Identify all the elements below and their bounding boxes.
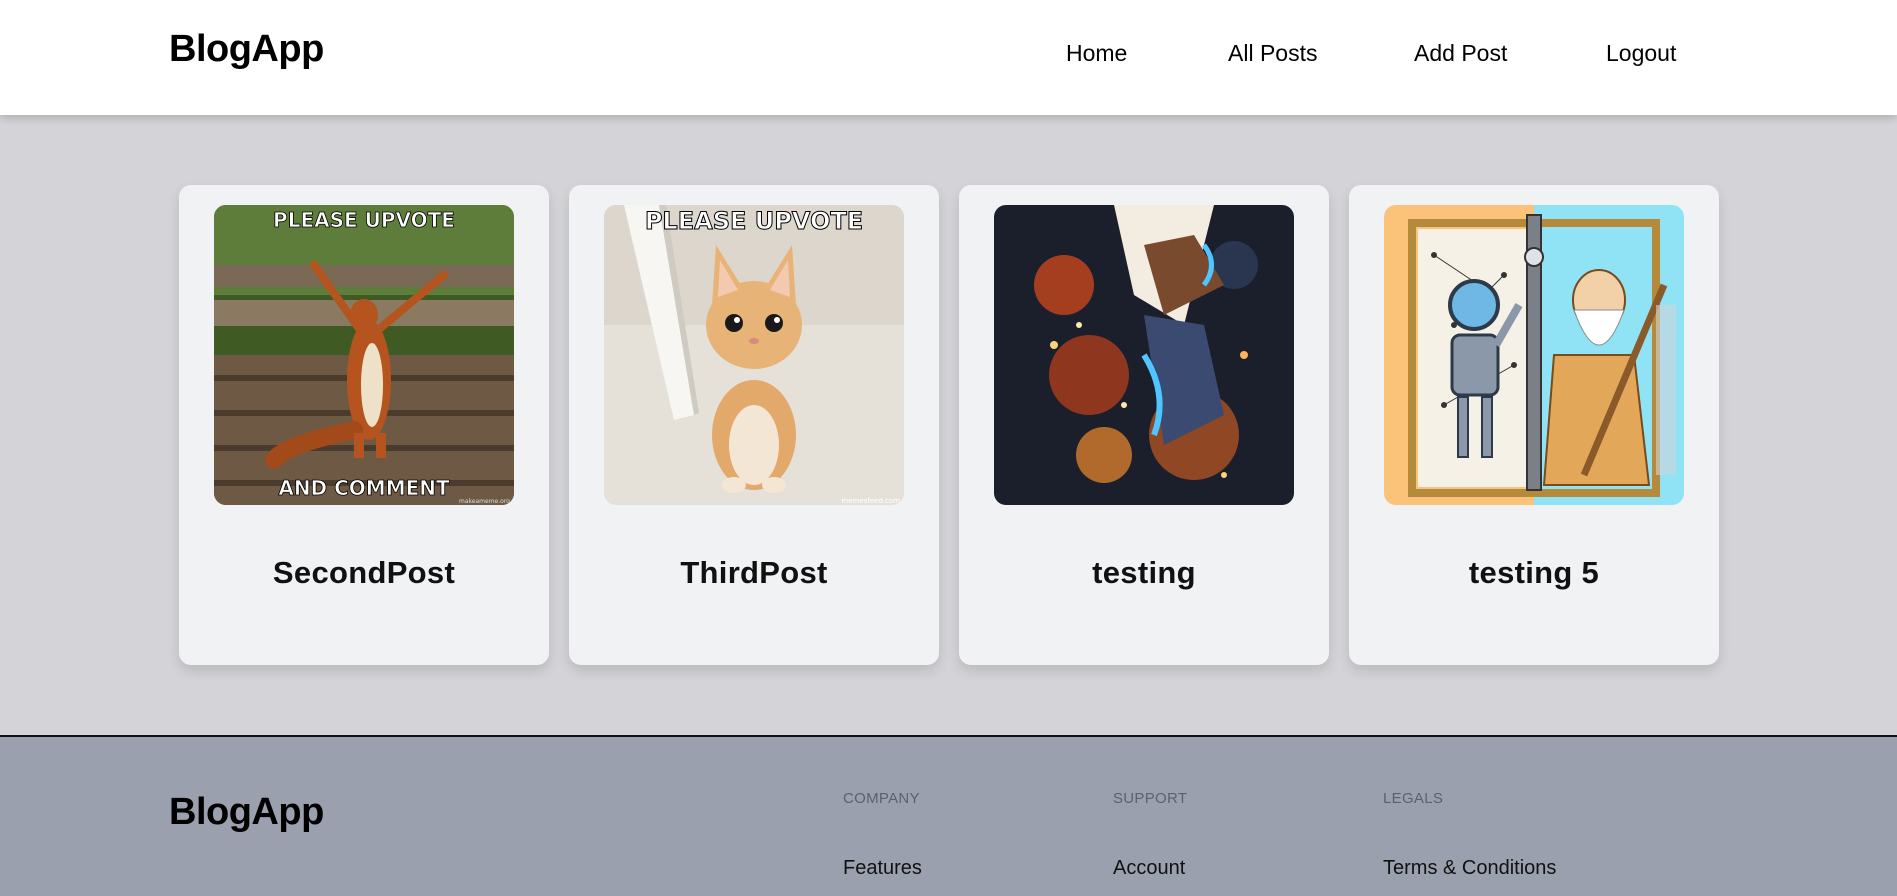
post-card[interactable]: testing 5 [1349, 185, 1719, 665]
meme-watermark: memesfeed.com [841, 497, 900, 505]
meme-caption-bottom: AND COMMENT [278, 476, 450, 500]
nav-logout-link[interactable]: Logout [1606, 40, 1676, 67]
footer-link-terms[interactable]: Terms & Conditions [1383, 857, 1556, 880]
post-card[interactable]: testing [959, 185, 1329, 665]
kitten-meme-image: PLEASE UPVOTE memesfeed.com [604, 205, 904, 505]
footer-brand-logo[interactable]: BlogApp [169, 791, 324, 834]
post-title[interactable]: ThirdPost [569, 555, 939, 591]
nav-all-posts-link[interactable]: All Posts [1228, 40, 1317, 67]
brand-logo[interactable]: BlogApp [169, 28, 324, 71]
post-thumbnail-anime-fire[interactable] [994, 205, 1294, 505]
nav-home-link[interactable]: Home [1066, 40, 1127, 67]
post-card[interactable]: PLEASE UPVOTE memesfeed.com ThirdPost [569, 185, 939, 665]
post-thumbnail-robot-philosopher[interactable] [1384, 205, 1684, 505]
footer-heading-legals: LEGALS [1383, 790, 1444, 807]
post-card[interactable]: PLEASE UPVOTE AND COMMENT makeameme.org … [179, 185, 549, 665]
top-navbar: BlogApp Home All Posts Add Post Logout [0, 0, 1897, 115]
footer-link-account[interactable]: Account [1113, 857, 1185, 880]
footer-heading-support: SUPPORT [1113, 790, 1188, 807]
meme-caption-top: PLEASE UPVOTE [645, 207, 863, 235]
post-title[interactable]: testing [959, 555, 1329, 591]
anime-fire-image [994, 205, 1294, 505]
meme-caption-top: PLEASE UPVOTE [273, 208, 455, 232]
footer-link-features[interactable]: Features [843, 857, 922, 880]
squirrel-meme-image: PLEASE UPVOTE AND COMMENT makeameme.org [214, 205, 514, 505]
robot-philosopher-image [1384, 205, 1684, 505]
post-thumbnail-squirrel[interactable]: PLEASE UPVOTE AND COMMENT makeameme.org [214, 205, 514, 505]
nav-add-post-link[interactable]: Add Post [1414, 40, 1507, 67]
footer-heading-company: COMPANY [843, 790, 920, 807]
post-title[interactable]: testing 5 [1349, 555, 1719, 591]
post-title[interactable]: SecondPost [179, 555, 549, 591]
site-footer: BlogApp COMPANY Features SUPPORT Account… [0, 735, 1897, 896]
post-thumbnail-kitten[interactable]: PLEASE UPVOTE memesfeed.com [604, 205, 904, 505]
meme-watermark: makeameme.org [459, 498, 510, 505]
